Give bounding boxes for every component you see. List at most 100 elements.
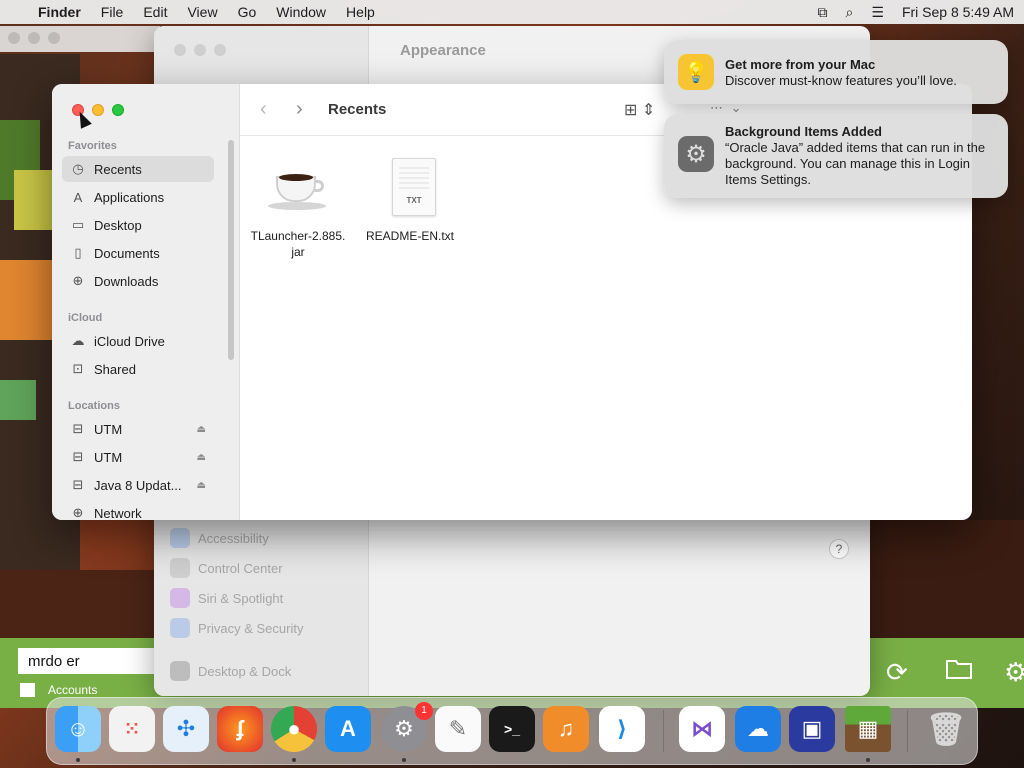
minimize-icon[interactable] (194, 44, 206, 56)
file-ext-label: TXT (406, 196, 422, 205)
sidebar-item-label: Shared (94, 361, 136, 377)
sidebar-item-icloud-drive[interactable]: ☁ iCloud Drive (62, 328, 214, 354)
sidebar-item-desktop[interactable]: ▭ Desktop (62, 212, 214, 238)
sidebar-item-utm-1[interactable]: ⊟ UTM ⏏ (62, 416, 214, 442)
vscode-icon[interactable]: ⟩ (599, 706, 645, 752)
utm-icon[interactable]: ▣ (789, 706, 835, 752)
sidebar-item-label: Java 8 Updat... (94, 477, 182, 493)
back-chevron-icon[interactable]: ‹ (260, 98, 267, 121)
file-item-readme[interactable]: TXT README-EN.txt (350, 158, 470, 244)
minimize-icon[interactable] (92, 104, 104, 116)
settings-item-siri[interactable]: Siri & Spotlight (170, 588, 283, 608)
grid-view-icon[interactable]: ⊞ ⇕ (624, 100, 655, 120)
lightbulb-icon: 💡 (678, 54, 714, 90)
settings-item-privacy[interactable]: Privacy & Security (170, 618, 303, 638)
textedit-icon[interactable]: ✎ (435, 706, 481, 752)
close-icon[interactable] (174, 44, 186, 56)
settings-item-label: Siri & Spotlight (198, 590, 284, 606)
launchpad-icon[interactable]: ⁙ (109, 706, 155, 752)
folder-icon[interactable] (946, 657, 972, 686)
visual-studio-icon[interactable]: ⋈ (679, 706, 725, 752)
menu-app-name[interactable]: Finder (38, 4, 81, 20)
sidebar-item-label: UTM (94, 449, 123, 465)
background-window-titlebar (0, 26, 160, 52)
control-center-icon[interactable]: ☰ (871, 4, 884, 21)
settings-item-label: Desktop & Dock (198, 663, 292, 679)
sidebar-item-label: Downloads (94, 273, 159, 289)
menu-clock[interactable]: Fri Sep 8 5:49 AM (902, 4, 1014, 20)
cloud-app-icon[interactable]: ☁ (735, 706, 781, 752)
sidebar-item-network[interactable]: ⊕ Network (62, 500, 214, 520)
settings-item-label: Control Center (198, 560, 283, 576)
settings-item-desktop-dock[interactable]: Desktop & Dock (170, 661, 291, 681)
settings-item-accessibility[interactable]: Accessibility (170, 528, 269, 548)
menu-bar: Finder File Edit View Go Window Help ⧉ ⌕… (0, 0, 1024, 24)
maximize-icon[interactable] (112, 104, 124, 116)
menu-window[interactable]: Window (276, 4, 326, 20)
sidebar-item-shared[interactable]: ⊡ Shared (62, 356, 214, 382)
eject-icon[interactable]: ⏏ (197, 424, 206, 435)
username-input[interactable] (18, 648, 158, 674)
dock-separator (663, 710, 664, 752)
wallpaper-block (0, 260, 52, 340)
close-icon[interactable] (8, 32, 20, 44)
maximize-icon[interactable] (214, 44, 226, 56)
control-center-icon (170, 558, 190, 578)
notification-get-more[interactable]: 💡 Get more from your Mac Discover must-k… (664, 40, 1008, 104)
sidebar-item-label: Applications (94, 189, 165, 205)
minecraft-icon[interactable]: ▦ (845, 706, 891, 752)
finder-icon[interactable]: ☺ (55, 706, 101, 752)
favorites-section-label: Favorites (68, 140, 117, 152)
trash-icon[interactable]: 🗑 (923, 706, 969, 752)
safari-icon[interactable]: ✣ (163, 706, 209, 752)
accounts-checkbox[interactable] (20, 683, 35, 697)
sidebar-item-label: Recents (94, 161, 142, 177)
sidebar-item-label: Desktop (94, 217, 142, 233)
privacy-hand-icon (170, 618, 190, 638)
eject-icon[interactable]: ⏏ (197, 480, 206, 491)
screen-mirroring-icon[interactable]: ⧉ (818, 4, 828, 21)
help-button[interactable]: ? (829, 539, 849, 559)
chrome-icon[interactable]: ● (271, 706, 317, 752)
sidebar-item-java-update[interactable]: ⊟ Java 8 Updat... ⏏ (62, 472, 214, 498)
sidebar-item-applications[interactable]: A Applications (62, 184, 214, 210)
menu-help[interactable]: Help (346, 4, 375, 20)
settings-item-control-center[interactable]: Control Center (170, 558, 283, 578)
sidebar-item-label: Documents (94, 245, 160, 261)
eject-icon[interactable]: ⏏ (197, 452, 206, 463)
drive-icon: ⊟ (72, 421, 84, 436)
search-icon[interactable]: ⌕ (846, 4, 854, 21)
menu-go[interactable]: Go (238, 4, 257, 20)
firefox-icon[interactable]: ʄ (217, 706, 263, 752)
gear-icon[interactable]: ⚙ (1004, 657, 1024, 688)
sidebar-item-documents[interactable]: ▯ Documents (62, 240, 214, 266)
settings-page-title: Appearance (400, 42, 486, 59)
maximize-icon[interactable] (48, 32, 60, 44)
notification-body: Discover must-know features you’ll love. (725, 73, 957, 88)
notification-badge: 1 (415, 702, 433, 720)
terminal-icon[interactable]: >_ (489, 706, 535, 752)
menu-view[interactable]: View (187, 4, 217, 20)
sidebar-item-recents[interactable]: ◷ Recents (62, 156, 214, 182)
sidebar-item-utm-2[interactable]: ⊟ UTM ⏏ (62, 444, 214, 470)
file-name: TLauncher-2.885. (250, 229, 346, 243)
refresh-icon[interactable]: ⟳ (886, 657, 908, 688)
garageband-icon[interactable]: ♫ (543, 706, 589, 752)
dock: ☺ ⁙ ✣ ʄ ● A ⚙ 1 ✎ >_ ♫ ⟩ ⋈ ☁ ▣ ▦ 🗑 (46, 697, 978, 765)
menu-edit[interactable]: Edit (143, 4, 167, 20)
file-item-tlauncher[interactable]: TLauncher-2.885. jar (238, 158, 358, 260)
sidebar-scrollbar[interactable] (228, 140, 234, 360)
wallpaper-block (870, 520, 1024, 638)
sidebar-item-downloads[interactable]: ⊕ Downloads (62, 268, 214, 294)
running-indicator (402, 758, 406, 762)
menu-file[interactable]: File (101, 4, 124, 20)
app-store-icon[interactable]: A (325, 706, 371, 752)
minimize-icon[interactable] (28, 32, 40, 44)
file-name: README-EN.txt (365, 229, 454, 243)
sidebar-item-label: iCloud Drive (94, 333, 165, 349)
forward-chevron-icon[interactable]: › (296, 98, 303, 121)
sidebar-item-label: UTM (94, 421, 123, 437)
dock-icon (170, 661, 190, 681)
running-indicator (866, 758, 870, 762)
notification-background-items[interactable]: ⚙ Background Items Added “Oracle Java” a… (664, 114, 1008, 198)
